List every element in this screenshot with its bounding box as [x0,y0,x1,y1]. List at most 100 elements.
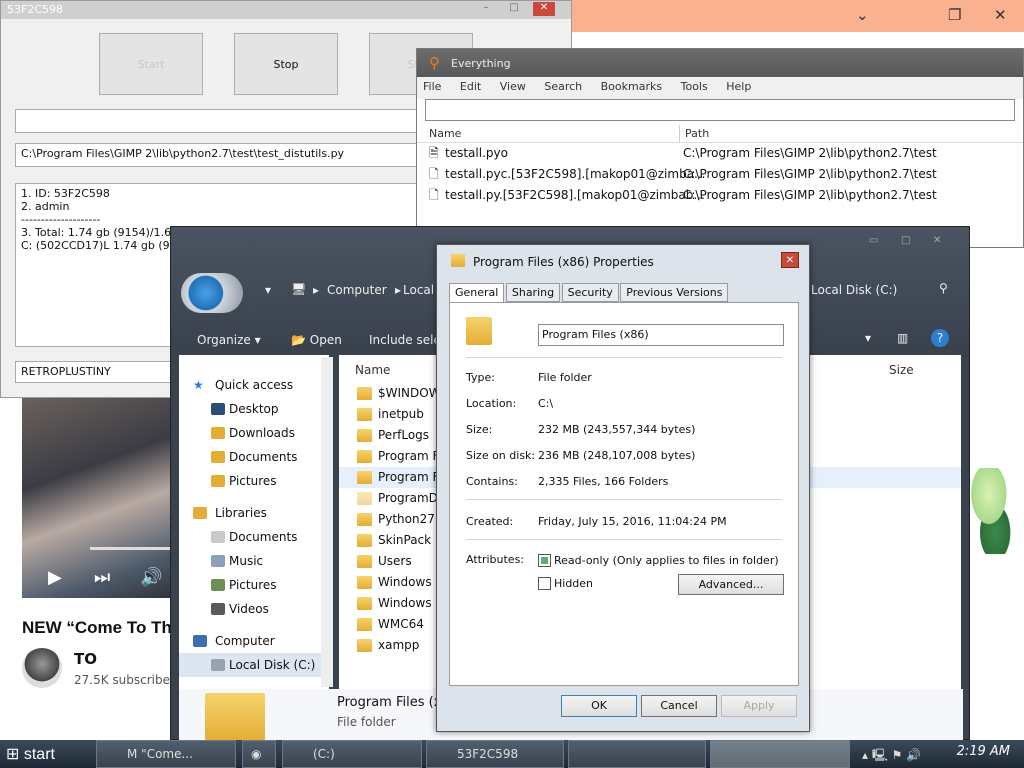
name-field[interactable]: Program Files (x86) [538,324,784,346]
folder-large-icon [466,317,492,345]
restore-icon[interactable]: ❐ [948,6,961,24]
readonly-checkbox[interactable] [538,554,551,567]
col-name[interactable]: Name [355,363,390,377]
taskbar-app[interactable]: 53F2C598 [426,740,564,768]
clock[interactable]: 2:19 AM [957,744,1010,759]
minimize-icon[interactable]: ▭ [869,235,878,246]
apply-button[interactable]: Apply [721,695,797,717]
menu-bookmarks[interactable]: Bookmarks [601,80,662,93]
folder-icon [357,492,372,505]
preview-pane-icon[interactable]: ▥ [897,331,908,345]
start-button[interactable]: Start [99,33,203,95]
chevron-down-icon[interactable]: ▾ [265,283,271,297]
help-icon[interactable]: ? [931,329,949,347]
nav-downloads[interactable]: Downloads [179,421,329,445]
stop-button[interactable]: Stop [234,33,338,95]
result-name: testall.pyo [445,146,508,160]
nav-scrollbar[interactable] [321,357,333,687]
close-icon[interactable]: ✕ [933,235,941,246]
search-icon[interactable]: ⚲ [939,281,948,295]
tab-general[interactable]: General [449,283,505,304]
maximize-icon[interactable]: □ [901,235,910,246]
app-title: 53F2C598 [7,3,63,16]
chevron-down-icon[interactable]: ⌄ [856,6,869,24]
nav-videos[interactable]: Videos [179,597,329,621]
next-icon[interactable]: ⏭ [94,567,110,588]
taskbar-firefox[interactable]: ◉ [242,740,276,768]
folder-large-icon [205,693,265,741]
result-path: C:\Program Files\GIMP 2\lib\python2.7\te… [683,146,937,160]
open-button[interactable]: 📂 Open [291,333,342,347]
crumb-computer[interactable]: Computer [327,283,387,297]
menu-tools[interactable]: Tools [681,80,708,93]
folder-icon [357,639,372,652]
folder-icon [357,597,372,610]
nav-documents[interactable]: Documents [179,445,329,469]
tab-previous-versions[interactable]: Previous Versions [620,283,729,302]
nav-desktop[interactable]: Desktop [179,397,329,421]
search-box-label[interactable]: Local Disk (C:) [811,283,897,297]
include-button[interactable]: Include sele [369,333,441,347]
organize-button[interactable]: Organize ▾ [197,333,261,347]
menu-help[interactable]: Help [726,80,751,93]
result-row[interactable]: 🗋 testall.py.[53F2C598].[makop01@zimbab.… [417,185,1023,206]
channel-avatar[interactable] [22,648,62,688]
play-icon[interactable]: ▶ [48,567,62,588]
close-icon[interactable]: ✕ [533,2,555,16]
location-label: Location: [466,397,517,410]
video-title[interactable]: NEW “Come To Th [22,618,172,638]
menu-view[interactable]: View [500,80,526,93]
search-input[interactable] [425,99,1015,121]
dialog-title-bar: Program Files (x86) Properties ✕ [437,245,809,275]
folder-icon [211,451,225,463]
dialog-tabs: General Sharing Security Previous Versio… [449,283,729,304]
col-name[interactable]: Name [429,127,461,140]
start-button[interactable]: ⊞ start [6,744,55,764]
col-path[interactable]: Path [685,127,709,140]
menu-edit[interactable]: Edit [460,80,481,93]
tray-icons[interactable]: ▴ 🖳 ⚑ 🔊 [862,746,921,767]
back-arrow-icon[interactable] [181,273,243,313]
file-icon: 🗎 [429,146,439,160]
col-size[interactable]: Size [889,363,914,377]
view-options-icon[interactable]: ▾ [865,331,871,345]
ok-button[interactable]: OK [561,695,637,717]
close-icon[interactable]: ✕ [781,252,799,268]
nav-libraries[interactable]: Libraries [179,501,329,525]
cancel-button[interactable]: Cancel [641,695,717,717]
taskbar-chrome[interactable]: M "Come... [96,740,236,768]
minimize-icon[interactable]: – [475,2,497,16]
picture-icon [211,579,225,591]
nav-pictures[interactable]: Pictures [179,469,329,493]
nav-music[interactable]: Music [179,549,329,573]
volume-icon[interactable]: 🔊 [140,567,162,588]
advanced-button[interactable]: Advanced... [678,574,784,595]
hidden-label[interactable]: Hidden [554,577,593,590]
tab-security[interactable]: Security [561,283,619,302]
crumb-local[interactable]: Local [403,283,434,297]
column-header: Name Path [417,125,1023,143]
taskbar-properties[interactable] [710,740,850,768]
channel-name[interactable]: TO [74,650,97,668]
nav-lib-documents[interactable]: Documents [179,525,329,549]
menu-search[interactable]: Search [544,80,582,93]
tab-sharing[interactable]: Sharing [505,283,561,302]
folder-icon [357,576,372,589]
close-icon[interactable]: ✕ [994,6,1007,24]
maximize-icon[interactable]: □ [503,2,525,16]
taskbar-everything[interactable] [568,740,706,768]
detail-name: Program Files (x [337,695,442,710]
nav-lib-pictures[interactable]: Pictures [179,573,329,597]
attributes-label: Attributes: [466,553,525,566]
readonly-label[interactable]: Read-only (Only applies to files in fold… [554,554,779,567]
taskbar-explorer[interactable]: (C:) [282,740,422,768]
folder-icon [357,387,372,400]
hidden-checkbox[interactable] [538,577,551,590]
result-row[interactable]: 🗋 testall.pyc.[53F2C598].[makop01@zimba.… [417,164,1023,185]
result-row[interactable]: 🗎 testall.pyo C:\Program Files\GIMP 2\li… [417,143,1023,164]
nav-computer[interactable]: Computer [179,629,329,653]
nav-local-disk[interactable]: Local Disk (C:) [179,653,329,677]
result-name: testall.pyc.[53F2C598].[makop01@zimba... [445,167,706,181]
menu-file[interactable]: File [423,80,441,93]
nav-quick-access[interactable]: ★ Quick access [179,373,329,397]
